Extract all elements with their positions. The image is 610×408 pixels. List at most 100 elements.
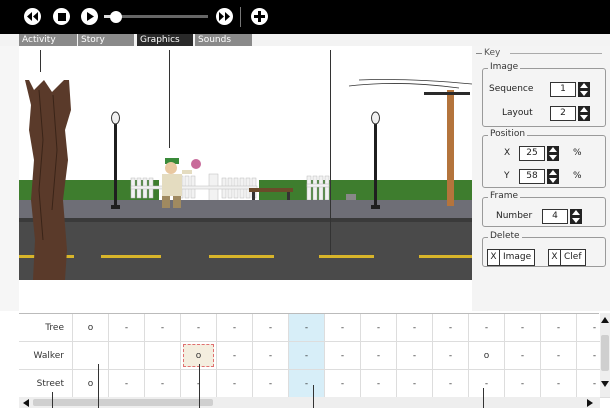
scroll-down-arrow-icon[interactable] [601,381,609,387]
tab-graphics[interactable]: Graphics [137,34,193,46]
rewind-icon [27,12,38,21]
delete-x-mark: X [488,250,500,265]
grid-cell[interactable]: - [505,314,541,342]
fast-forward-button[interactable] [216,8,233,25]
left-gutter [0,46,19,311]
grid-cell[interactable]: - [181,314,217,342]
scroll-right-arrow-icon[interactable] [587,399,593,407]
sequence-field[interactable]: 1 [550,82,576,97]
position-legend: Position [488,129,528,139]
tab-activity[interactable]: Activity [19,34,77,46]
frame-number-spinner[interactable] [570,209,582,224]
stop-button[interactable] [53,8,70,25]
row-label: Street [19,370,73,398]
horizontal-scrollbar[interactable] [19,397,600,408]
grid-cell[interactable]: - [469,314,505,342]
play-icon [86,12,94,21]
grid-cell[interactable]: - [397,314,433,342]
row-label: Tree [19,314,73,342]
grid-cell[interactable]: - [433,342,469,370]
delete-clef-label: Clef [564,252,582,262]
grid-cell[interactable]: - [469,370,505,398]
x-label: X [504,148,511,158]
grid-cell[interactable]: - [505,342,541,370]
key-panel: Key Image Sequence 1 Layout 2 Position X… [472,46,610,311]
grid-cell[interactable]: - [541,314,577,342]
marker-line [169,50,170,148]
delete-x-mark: X [549,250,561,265]
y-field[interactable]: 58 [519,169,545,184]
grid-cell[interactable]: - [433,314,469,342]
grid-cell[interactable]: - [289,370,325,398]
grid-cell[interactable]: - [397,342,433,370]
grid-cell[interactable]: - [289,314,325,342]
grid-cell[interactable]: - [109,370,145,398]
grid-cell[interactable]: - [361,370,397,398]
grid-cell[interactable] [73,342,109,370]
sequence-spinner[interactable] [578,82,590,97]
rewind-button[interactable] [24,8,41,25]
x-field[interactable]: 25 [519,146,545,161]
y-spinner[interactable] [547,169,559,184]
delete-clef-button[interactable]: X Clef [548,249,586,266]
tab-sounds[interactable]: Sounds [195,34,252,46]
y-label: Y [504,171,510,181]
stage-margin [19,280,472,311]
grid-cell[interactable]: - [325,342,361,370]
vertical-scrollbar[interactable] [600,313,610,397]
grid-cell[interactable]: - [145,314,181,342]
layout-label: Layout [502,108,533,118]
playback-slider-knob[interactable] [110,11,123,23]
play-button[interactable] [81,8,98,25]
grid-cell[interactable]: - [361,342,397,370]
grid-cell[interactable] [109,342,145,370]
timeline-grid: Tree o - - - - - - - - - - - - - - Walker o - - - - - - - o - - - Str… [19,313,610,398]
road [19,222,472,280]
layout-field[interactable]: 2 [550,106,576,121]
grid-cell[interactable]: - [253,314,289,342]
delete-image-button[interactable]: X Image [487,249,536,266]
grid-cell[interactable]: - [217,342,253,370]
grid-cell[interactable]: - [217,370,253,398]
grid-cell[interactable]: - [541,342,577,370]
frame-number-field[interactable]: 4 [542,209,568,224]
add-button[interactable] [251,8,268,25]
sequence-label: Sequence [489,84,534,94]
scroll-left-arrow-icon[interactable] [23,399,29,407]
grid-cell[interactable]: o [73,370,109,398]
animation-stage[interactable] [19,50,472,280]
toolbar-separator [240,7,241,27]
tab-story[interactable]: Story [78,34,134,46]
stop-icon [57,12,66,21]
street-scene [19,50,472,280]
grid-cell[interactable]: - [253,370,289,398]
image-legend: Image [488,62,521,72]
grid-cell[interactable]: - [109,314,145,342]
grid-cell[interactable]: - [361,314,397,342]
grid-cell[interactable]: - [541,370,577,398]
x-spinner[interactable] [547,146,559,161]
marker-line [330,50,331,255]
horizontal-scroll-thumb[interactable] [33,399,213,406]
grid-cell[interactable]: - [217,314,253,342]
marker-line [199,364,200,408]
grid-cell[interactable]: - [289,342,325,370]
scroll-up-arrow-icon[interactable] [601,317,609,323]
marker-line [40,50,41,72]
layout-spinner[interactable] [578,106,590,121]
grid-cell[interactable]: - [397,370,433,398]
grid-cell[interactable]: - [145,370,181,398]
y-unit: % [573,171,582,181]
grid-cell[interactable] [145,342,181,370]
tab-label: Activity [22,35,56,45]
grid-cell[interactable]: - [325,370,361,398]
grid-cell[interactable]: - [325,314,361,342]
bench [249,188,293,192]
vertical-scroll-thumb[interactable] [601,335,609,371]
grid-cell[interactable]: o [73,314,109,342]
grid-cell[interactable]: - [505,370,541,398]
grid-cell[interactable]: - [433,370,469,398]
grid-cell[interactable]: o [469,342,505,370]
frame-legend: Frame [488,191,521,201]
grid-cell[interactable]: - [253,342,289,370]
